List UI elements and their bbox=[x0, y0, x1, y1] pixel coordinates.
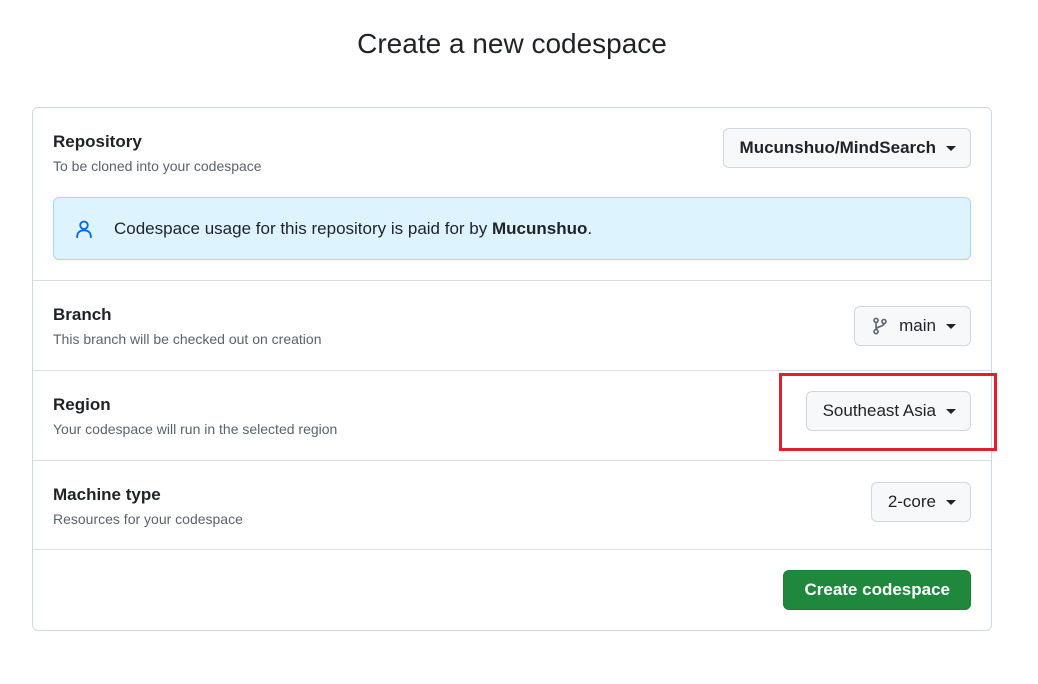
machine-type-selected: 2-core bbox=[887, 492, 936, 511]
banner-owner: Mucunshuo bbox=[491, 218, 588, 238]
billing-info-banner: Codespace usage for this repository is p… bbox=[53, 197, 971, 260]
machine-type-description: Resources for your codespace bbox=[53, 511, 243, 527]
git-branch-icon bbox=[873, 317, 887, 335]
region-label: Region bbox=[53, 395, 111, 414]
machine-type-label: Machine type bbox=[53, 485, 161, 504]
repository-selected: Mucunshuo/MindSearch bbox=[739, 138, 936, 157]
branch-section: Branch This branch will be checked out o… bbox=[33, 281, 991, 371]
branch-description: This branch will be checked out on creat… bbox=[53, 331, 322, 347]
region-selected: Southeast Asia bbox=[822, 401, 936, 420]
banner-suffix: . bbox=[587, 218, 593, 238]
repository-dropdown[interactable]: Mucunshuo/MindSearch bbox=[722, 128, 971, 168]
machine-type-dropdown[interactable]: 2-core bbox=[870, 482, 971, 522]
triangle-down-icon bbox=[946, 408, 956, 414]
region-description: Your codespace will run in the selected … bbox=[53, 421, 338, 437]
triangle-down-icon bbox=[946, 145, 956, 151]
repository-label: Repository bbox=[53, 132, 142, 151]
codespace-form-card: Repository To be cloned into your codesp… bbox=[32, 107, 992, 631]
region-section: Region Your codespace will run in the se… bbox=[33, 371, 991, 461]
form-footer: Create codespace bbox=[33, 550, 991, 631]
page-title: Create a new codespace bbox=[357, 28, 667, 59]
banner-text: Codespace usage for this repository is p… bbox=[114, 219, 592, 239]
machine-type-section: Machine type Resources for your codespac… bbox=[33, 461, 991, 550]
branch-selected: main bbox=[899, 316, 936, 335]
create-codespace-button[interactable]: Create codespace bbox=[783, 570, 971, 610]
region-dropdown[interactable]: Southeast Asia bbox=[805, 391, 971, 431]
repository-description: To be cloned into your codespace bbox=[53, 158, 262, 174]
branch-label: Branch bbox=[53, 305, 112, 324]
person-icon bbox=[76, 220, 92, 238]
triangle-down-icon bbox=[946, 323, 956, 329]
triangle-down-icon bbox=[946, 499, 956, 505]
repository-section: Repository To be cloned into your codesp… bbox=[33, 108, 991, 281]
branch-dropdown[interactable]: main bbox=[854, 306, 971, 346]
banner-prefix: Codespace usage for this repository is p… bbox=[114, 218, 492, 238]
